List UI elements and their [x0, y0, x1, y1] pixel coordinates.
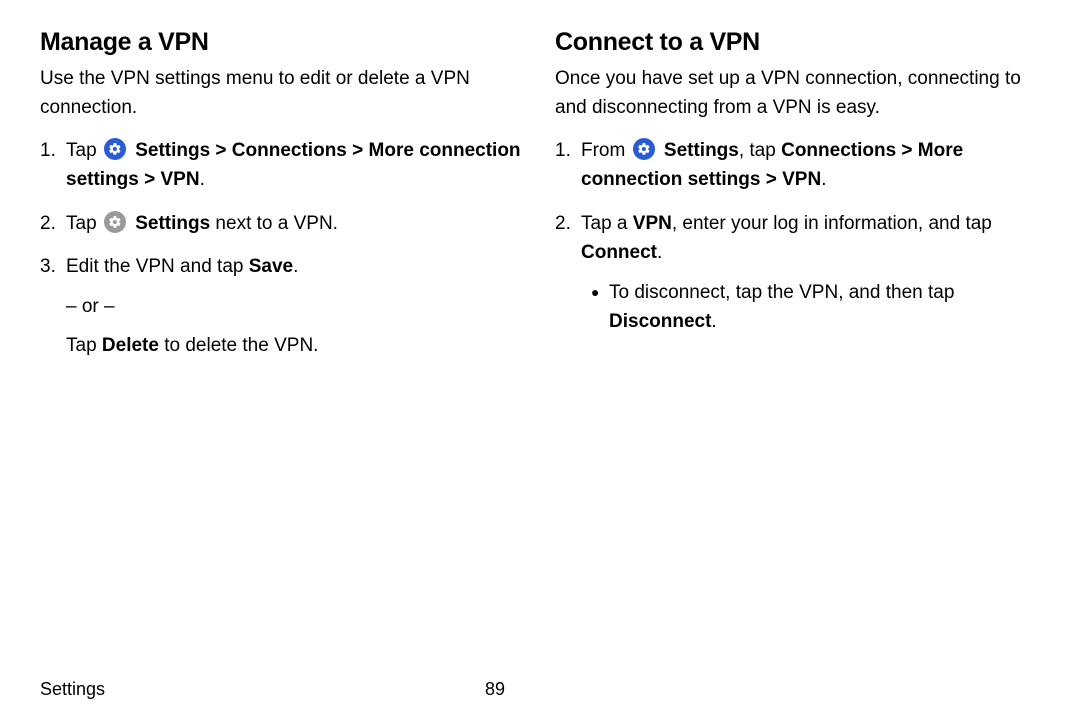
text-bold: Disconnect [609, 311, 711, 332]
step-body: Tap Settings next to a VPN. [66, 209, 525, 238]
text: next to a VPN. [210, 213, 338, 234]
settings-app-icon [633, 138, 655, 160]
text: . [657, 242, 662, 263]
text: Tap a [581, 213, 633, 234]
heading-connect-vpn: Connect to a VPN [555, 28, 1040, 57]
bullet-icon: ● [591, 278, 609, 306]
footer-section: Settings [40, 679, 105, 700]
text: To disconnect, tap the VPN, and then tap [609, 282, 954, 303]
footer-page-number: 89 [485, 679, 505, 700]
step-body: Edit the VPN and tap Save. – or – Tap De… [66, 252, 525, 360]
manage-step-2: 2. Tap Settings next to a VPN. [40, 209, 525, 238]
text-bold: Settings [664, 140, 739, 161]
sub-body: To disconnect, tap the VPN, and then tap… [609, 278, 1040, 337]
text-bold: Save [249, 256, 293, 277]
intro-manage: Use the VPN settings menu to edit or del… [40, 65, 525, 122]
text: . [293, 256, 298, 277]
text: to delete the VPN. [159, 335, 319, 356]
text: From [581, 140, 631, 161]
text: , tap [739, 140, 781, 161]
gear-icon [104, 211, 126, 233]
text: Edit the VPN and tap [66, 256, 249, 277]
or-divider: – or – [66, 292, 525, 321]
intro-connect: Once you have set up a VPN connection, c… [555, 65, 1040, 122]
step-number: 1. [555, 136, 581, 165]
manage-steps: 1. Tap Settings > Connections > More con… [40, 136, 525, 361]
left-column: Manage a VPN Use the VPN settings menu t… [40, 28, 525, 669]
settings-app-icon [104, 138, 126, 160]
text-bold: VPN [633, 213, 672, 234]
text: . [711, 311, 716, 332]
text: . [200, 169, 205, 190]
text-bold: Connect [581, 242, 657, 263]
step-number: 2. [40, 209, 66, 238]
manage-step-1: 1. Tap Settings > Connections > More con… [40, 136, 525, 195]
two-column-layout: Manage a VPN Use the VPN settings menu t… [40, 28, 1040, 669]
step-body: Tap a VPN, enter your log in information… [581, 209, 1040, 337]
text: Tap [66, 335, 102, 356]
sub-bullet: ● To disconnect, tap the VPN, and then t… [581, 278, 1040, 337]
document-page: Manage a VPN Use the VPN settings menu t… [0, 0, 1080, 720]
manage-step-3: 3. Edit the VPN and tap Save. – or – Tap… [40, 252, 525, 360]
breadcrumb-path: Settings > Connections > More connection… [66, 140, 521, 190]
step-number: 2. [555, 209, 581, 238]
connect-step-1: 1. From Settings, tap Connections > More… [555, 136, 1040, 195]
text: , enter your log in information, and tap [672, 213, 992, 234]
step-body: Tap Settings > Connections > More connec… [66, 136, 525, 195]
step-body: From Settings, tap Connections > More co… [581, 136, 1040, 195]
text: Tap [66, 140, 102, 161]
text: Tap [66, 213, 102, 234]
step-number: 1. [40, 136, 66, 165]
text-bold: Delete [102, 335, 159, 356]
connect-step-2: 2. Tap a VPN, enter your log in informat… [555, 209, 1040, 337]
right-column: Connect to a VPN Once you have set up a … [555, 28, 1040, 669]
text: . [821, 169, 826, 190]
text-bold: Settings [135, 213, 210, 234]
page-footer: Settings 89 [40, 669, 1040, 700]
step-number: 3. [40, 252, 66, 281]
connect-steps: 1. From Settings, tap Connections > More… [555, 136, 1040, 337]
heading-manage-vpn: Manage a VPN [40, 28, 525, 57]
